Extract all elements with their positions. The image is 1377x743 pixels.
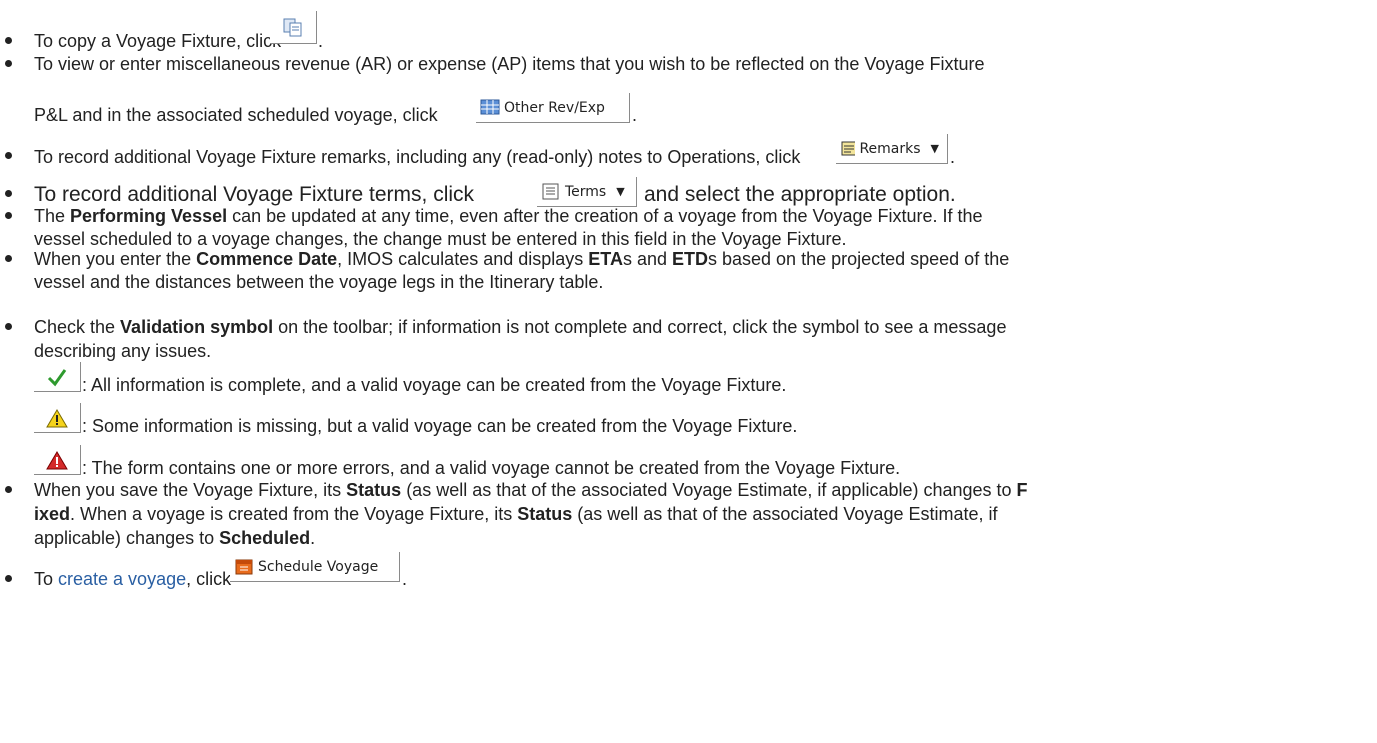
copy-button[interactable] (270, 11, 317, 44)
chevron-down-icon: ▼ (616, 185, 625, 198)
terms-button[interactable]: Terms ▼ (537, 177, 637, 207)
copy-period: . (318, 31, 324, 51)
validation-text-line1: Check the Validation symbol on the toolb… (34, 317, 1007, 337)
bullet (5, 255, 12, 262)
other-rev-exp-button[interactable]: Other Rev/Exp (476, 93, 630, 123)
valid-button[interactable] (34, 362, 81, 392)
status-text-line3: applicable) changes to Scheduled. (34, 528, 316, 548)
notes-icon (841, 141, 856, 155)
bullet (5, 60, 12, 67)
bullet (5, 212, 12, 219)
bullet (5, 37, 12, 44)
remarks-text: To record additional Voyage Fixture rema… (34, 147, 801, 167)
validation-text-line2: describing any issues. (34, 341, 212, 361)
remarks-period: . (950, 147, 956, 167)
status-text-line2: ixed. When a voyage is created from the … (34, 504, 998, 524)
commence-text-line1: When you enter the Commence Date, IMOS c… (34, 249, 1010, 269)
status-text-line1: When you save the Voyage Fixture, its St… (34, 480, 1028, 500)
list-icon (542, 183, 559, 199)
other-rev-exp-label: Other Rev/Exp (504, 99, 605, 116)
remarks-button[interactable]: Remarks ▼ (836, 134, 948, 164)
other-text-line1: To view or enter miscellaneous revenue (… (34, 54, 985, 74)
remarks-label: Remarks (859, 140, 921, 157)
checkmark-icon (47, 368, 67, 386)
copy-text: To copy a Voyage Fixture, click (34, 31, 282, 51)
warning-icon (46, 408, 68, 427)
schedule-voyage-label: Schedule Voyage (258, 558, 379, 575)
other-text-line2: P&L and in the associated scheduled voya… (34, 105, 438, 125)
error-button[interactable] (34, 445, 81, 475)
warning-text: : Some information is missing, but a val… (82, 416, 798, 436)
bullet (5, 575, 12, 582)
vessel-text-line1: The Performing Vessel can be updated at … (34, 206, 983, 226)
warning-button[interactable] (34, 403, 81, 433)
commence-text-line2: vessel and the distances between the voy… (34, 272, 604, 292)
chevron-down-icon: ▼ (930, 142, 939, 155)
create-text: To create a voyage, click (34, 569, 232, 589)
bullet (5, 190, 12, 197)
bullet (5, 323, 12, 330)
create-period: . (402, 569, 408, 589)
error-icon (46, 450, 68, 469)
calendar-icon (235, 559, 253, 574)
terms-label: Terms (565, 183, 607, 200)
valid-text: : All information is complete, and a val… (82, 375, 787, 395)
bullet (5, 152, 12, 159)
bullet (5, 486, 12, 493)
schedule-voyage-button[interactable]: Schedule Voyage (230, 552, 400, 582)
copy-icon (283, 18, 302, 37)
other-period: . (632, 105, 638, 125)
create-voyage-link[interactable]: create a voyage (58, 569, 186, 589)
table-grid-icon (480, 99, 500, 114)
